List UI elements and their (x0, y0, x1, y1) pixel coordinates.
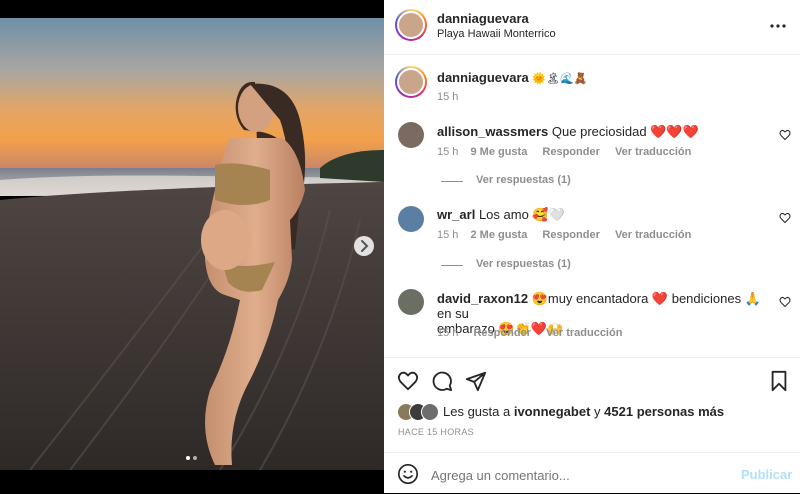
comment-time[interactable]: 15 h (437, 146, 458, 158)
comment-username[interactable]: wr_arl (437, 207, 475, 222)
view-replies-button[interactable]: Ver respuestas (1) (476, 174, 571, 186)
reply-button[interactable]: Responder (473, 327, 530, 339)
post-timestamp[interactable]: HACE 15 HORAS (398, 427, 474, 437)
post-side-panel: danniaguevara Playa Hawaii Monterrico da… (384, 0, 800, 493)
likes-prefix: Les gusta a (443, 404, 511, 419)
comment-time[interactable]: 15 h (437, 229, 458, 241)
liker-avatars[interactable] (397, 403, 441, 421)
comment-avatar[interactable] (398, 122, 424, 148)
comment-avatar[interactable] (398, 289, 424, 315)
comment-like-heart-icon[interactable] (779, 129, 791, 141)
comment-input[interactable] (429, 464, 723, 486)
view-replies-button[interactable]: Ver respuestas (1) (476, 258, 571, 270)
comment-row: allison_wassmers Que preciosidad ❤️❤️❤️ (437, 124, 767, 140)
post-header: danniaguevara Playa Hawaii Monterrico (384, 0, 800, 55)
comment-text: Los amo 🥰🤍 (478, 207, 565, 222)
comment-like-heart-icon[interactable] (779, 296, 791, 308)
liker-username[interactable]: ivonnegabet (514, 404, 591, 419)
reply-button[interactable]: Responder (542, 146, 599, 158)
comment-composer: Publicar (384, 452, 800, 494)
liker-avatar (421, 403, 439, 421)
save-bookmark-icon[interactable] (768, 370, 790, 392)
likes-summary: Les gusta a ivonnegabet y 4521 personas … (443, 404, 724, 419)
comment-avatar[interactable] (398, 206, 424, 232)
caption-username[interactable]: danniaguevara (437, 70, 529, 85)
reply-button[interactable]: Responder (542, 229, 599, 241)
like-heart-icon[interactable] (397, 370, 419, 392)
comment-like-heart-icon[interactable] (779, 212, 791, 224)
share-paper-plane-icon[interactable] (465, 370, 487, 392)
post-photo[interactable] (0, 0, 384, 493)
likes-conj: y (594, 404, 601, 419)
publish-button[interactable]: Publicar (741, 467, 792, 482)
comment-text: Que preciosidad ❤️❤️❤️ (551, 124, 699, 139)
translate-button[interactable]: Ver traducción (546, 327, 622, 339)
chevron-right-icon (361, 240, 369, 252)
comment-meta: 15 h 2 Me gusta Responder Ver traducción (437, 229, 691, 241)
smiley-icon[interactable] (397, 463, 419, 485)
author-avatar[interactable] (395, 9, 427, 41)
caption-time[interactable]: 15 h (437, 91, 458, 103)
post-actions: Les gusta a ivonnegabet y 4521 personas … (384, 357, 800, 437)
comment-username[interactable]: david_raxon12 (437, 291, 528, 306)
comment-time[interactable]: 15 h (437, 327, 458, 339)
caption-text: 🌞🏝🌊🧸 (532, 73, 588, 85)
comment-likes[interactable]: 2 Me gusta (470, 229, 527, 241)
caption: danniaguevara 🌞🏝🌊🧸 (437, 70, 587, 85)
location-link[interactable]: Playa Hawaii Monterrico (437, 28, 556, 40)
likes-count-link[interactable]: 4521 personas más (604, 404, 724, 419)
caption-avatar[interactable] (395, 66, 427, 98)
comment-bubble-icon[interactable] (431, 370, 453, 392)
beach-photo-image (0, 0, 384, 493)
carousel-dot-active (186, 456, 190, 460)
comment-meta: 15 h Responder Ver traducción (437, 327, 622, 339)
more-horizontal-icon (770, 24, 786, 28)
replies-divider (441, 265, 463, 266)
translate-button[interactable]: Ver traducción (615, 229, 691, 241)
more-options-button[interactable] (768, 16, 788, 36)
comment-row: wr_arl Los amo 🥰🤍 (437, 207, 767, 223)
replies-divider (441, 181, 463, 182)
carousel-dot (193, 456, 197, 460)
carousel-next-button[interactable] (354, 236, 374, 256)
comment-likes[interactable]: 9 Me gusta (470, 146, 527, 158)
translate-button[interactable]: Ver traducción (615, 146, 691, 158)
comment-username[interactable]: allison_wassmers (437, 124, 548, 139)
author-username[interactable]: danniaguevara (437, 11, 529, 26)
comment-meta: 15 h 9 Me gusta Responder Ver traducción (437, 146, 691, 158)
